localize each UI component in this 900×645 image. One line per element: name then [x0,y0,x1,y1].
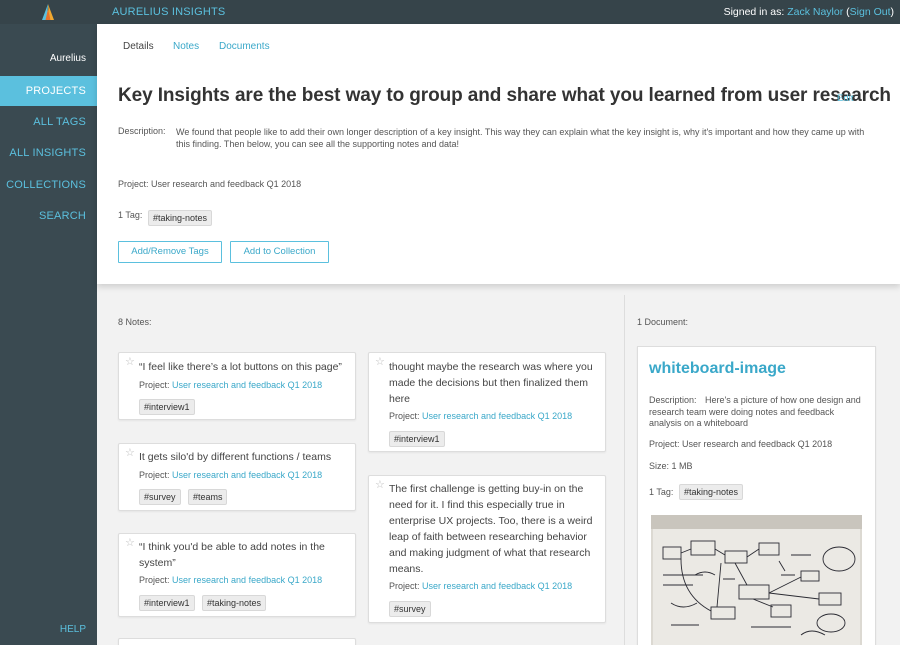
note-card[interactable]: ☆ It gets silo'd by different functions … [118,443,356,511]
note-project: Project: User research and feedback Q1 2… [139,380,323,390]
user-name-link[interactable]: Zack Naylor [787,6,843,18]
sidebar-item-all-insights[interactable]: ALL INSIGHTS [0,138,97,168]
brand-label: Aurelius [49,53,86,64]
note-project-link[interactable]: User research and feedback Q1 2018 [422,411,572,421]
note-project-link[interactable]: User research and feedback Q1 2018 [172,470,322,480]
tab-notes[interactable]: Notes [173,41,199,60]
tag-chip[interactable]: #survey [139,489,181,505]
tab-details[interactable]: Details [123,41,154,60]
note-project: Project: User research and feedback Q1 2… [139,575,323,585]
insight-project: Project: User research and feedback Q1 2… [118,179,302,189]
note-card[interactable]: ☆ The first challenge is getting buy-in … [368,475,606,623]
note-project-link[interactable]: User research and feedback Q1 2018 [172,575,322,585]
signed-in-label: Signed in as: [723,6,785,18]
tag-chip[interactable]: #taking-notes [679,484,744,500]
signed-in-status: Signed in as: Zack Naylor (Sign Out) [723,6,894,18]
note-project-link[interactable]: User research and feedback Q1 2018 [422,581,572,591]
help-link[interactable]: HELP [60,624,86,635]
tag-chip[interactable]: #survey [389,601,431,617]
star-icon[interactable]: ☆ [375,478,385,491]
documents-count: 1 Document: [637,317,689,327]
note-card[interactable]: ☆ thought maybe the research was where y… [368,352,606,452]
tag-chip[interactable]: #interview1 [139,595,195,611]
document-card[interactable]: whiteboard-image Description: Here's a p… [637,346,876,645]
whiteboard-photo [651,515,862,645]
document-size: Size: 1 MB [649,461,693,471]
tab-documents[interactable]: Documents [219,41,270,60]
note-project: Project: User research and feedback Q1 2… [389,411,573,421]
top-bar: AURELIUS INSIGHTS Signed in as: Zack Nay… [0,0,900,24]
document-tags-label: 1 Tag: [649,487,674,497]
note-project: Project: User research and feedback Q1 2… [389,581,573,591]
tag-chip[interactable]: #interview1 [389,431,445,447]
note-text: The first challenge is getting buy-in on… [389,483,593,575]
tags-label: 1 Tag: [118,210,143,220]
add-remove-tags-button[interactable]: Add/Remove Tags [118,241,222,263]
note-tags: #survey [389,599,434,617]
star-icon[interactable]: ☆ [125,355,135,368]
star-icon[interactable]: ☆ [125,536,135,549]
note-tags: #interview1 [389,429,448,447]
edit-link[interactable]: Edit [837,93,853,104]
note-card[interactable]: ☆ “I think you'd be able to add notes in… [118,533,356,617]
note-tags: #interview1 [139,397,198,415]
note-text: thought maybe the research was where you… [389,361,593,405]
sidebar-item-collections[interactable]: COLLECTIONS [0,170,97,200]
note-project: Project: User research and feedback Q1 2… [139,470,323,480]
tag-chip[interactable]: #taking-notes [148,210,213,226]
note-text: It gets silo'd by different functions / … [139,451,332,463]
note-text: “I think you'd be able to add notes in t… [139,541,325,569]
tag-chip[interactable]: #interview1 [139,399,195,415]
sidebar-item-projects[interactable]: PROJECTS [0,76,97,106]
insight-header-panel: Details Notes Documents Key Insights are… [97,24,900,284]
insight-description: We found that people like to add their o… [176,127,865,149]
note-card[interactable] [118,638,356,645]
notes-count: 8 Notes: [118,317,152,327]
aurelius-logo-icon[interactable] [39,3,57,21]
tag-chip[interactable]: #teams [187,489,228,505]
sidebar-item-search[interactable]: SEARCH [0,201,97,231]
sign-out-link[interactable]: Sign Out [850,6,891,18]
add-to-collection-button[interactable]: Add to Collection [230,241,329,263]
document-description: Here's a picture of how one design and r… [649,395,861,428]
document-title-link[interactable]: whiteboard-image [649,360,786,378]
note-tags: #survey #teams [139,487,230,505]
app-name[interactable]: AURELIUS INSIGHTS [112,6,225,18]
description-label: Description: [118,126,166,136]
star-icon[interactable]: ☆ [375,355,385,368]
note-project-link[interactable]: User research and feedback Q1 2018 [172,380,322,390]
sidebar: Aurelius PROJECTS ALL TAGS ALL INSIGHTS … [0,24,97,645]
document-project: Project: User research and feedback Q1 2… [649,439,833,449]
note-text: “I feel like there’s a lot buttons on th… [139,361,342,373]
tag-chip[interactable]: #taking-notes [201,595,267,611]
note-card[interactable]: ☆ “I feel like there’s a lot buttons on … [118,352,356,420]
sidebar-item-all-tags[interactable]: ALL TAGS [0,107,97,137]
page-title: Key Insights are the best way to group a… [118,85,891,106]
whiteboard-image-thumbnail[interactable] [651,515,862,645]
note-tags: #interview1 #taking-notes [139,593,269,611]
logo-cell [0,0,97,24]
column-divider [624,295,625,645]
star-icon[interactable]: ☆ [125,446,135,459]
